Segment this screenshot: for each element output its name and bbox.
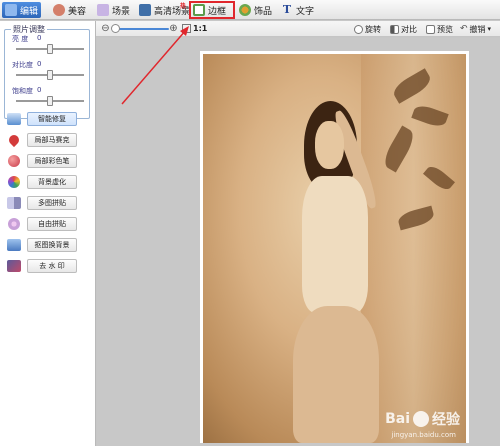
tab-beauty-label: 美容 [68,6,87,17]
tool-mosaic[interactable]: 局部马赛克 [6,132,77,148]
text-icon: T [282,3,292,16]
color-pen-button[interactable]: 局部彩色笔 [27,154,77,168]
baidu-paw-icon [413,411,429,427]
mosaic-icon [6,132,22,148]
photo-subject [282,100,392,443]
photo-canvas: Bai 经验 jingyan.baidu.com [97,38,500,446]
blur-button[interactable]: 背景虚化 [27,175,77,189]
photo-adjust-group: 照片调整 亮 度 0 对比度 0 饱和度 0 [4,24,90,119]
saturation-value: 0 [37,86,42,94]
tool-blur[interactable]: 背景虚化 [7,175,77,189]
zoom-slider[interactable] [113,28,169,30]
fit-screen-icon[interactable] [182,24,191,33]
edit-icon [5,4,17,16]
rotate-icon [354,24,363,34]
brightness-label: 亮 度 [12,35,29,43]
saturation-label: 饱和度 [12,87,33,95]
undo-icon: ↶ [460,24,468,34]
saturation-slider-thumb[interactable] [47,96,53,106]
collage-icon [7,197,21,209]
compare-icon [390,24,399,34]
zoom-slider-thumb[interactable] [111,24,120,33]
watermark-text: Bai [385,411,410,427]
cutout-button[interactable]: 抠图换背景 [27,238,77,252]
preview-icon [426,24,435,34]
tab-accessory-label: 饰品 [254,6,273,17]
left-panel: 照片调整 亮 度 0 对比度 0 饱和度 0 智能修复 局部马赛克 局部彩色笔 [0,21,96,446]
blur-icon [8,176,20,188]
tab-frame-label: 边框 [208,6,227,17]
smart-repair-button[interactable]: 智能修复 [27,112,77,126]
tool-cutout[interactable]: 抠图换背景 [7,238,77,252]
brightness-control: 亮 度 0 [12,34,88,56]
smart-repair-icon [7,113,21,125]
photo-frame: Bai 经验 jingyan.baidu.com [200,51,469,443]
watermark-text-2: 经验 [432,412,460,428]
tab-scene-label: 场景 [112,6,131,17]
top-toolbar: 编辑 美容 场景 高清场景 热 边框 饰品 T 文字 [0,0,500,20]
undo-dropdown-icon[interactable]: ▾ [488,25,492,33]
free-collage-button[interactable]: 自由拼贴 [27,217,77,231]
contrast-value: 0 [37,60,42,68]
view-toolbar: ⊖ ⊕ 1:1 旋转 对比 预览 ↶ 撤销 ▾ [96,21,500,37]
tab-text[interactable]: T 文字 [278,2,317,18]
tab-text-label: 文字 [296,6,315,17]
tool-collage[interactable]: 多图拼贴 [7,196,77,210]
hot-badge: 热 [180,3,187,10]
frame-icon [193,4,205,16]
tab-beauty[interactable]: 美容 [50,2,89,18]
scene-icon [97,4,109,16]
tool-color-pen[interactable]: 局部彩色笔 [7,154,77,168]
beauty-icon [53,4,65,16]
remove-watermark-button[interactable]: 去 水 印 [27,259,77,273]
rotate-label: 旋转 [365,24,381,34]
actual-size-button[interactable]: 1:1 [193,24,207,33]
zoom-in-icon[interactable]: ⊕ [168,23,179,34]
tab-accessory[interactable]: 饰品 [236,2,275,18]
remove-watermark-icon [7,260,21,272]
tool-free-collage[interactable]: 自由拼贴 [7,217,77,231]
preview-button[interactable]: 预览 [426,23,453,35]
contrast-slider-thumb[interactable] [47,70,53,80]
accessory-icon [239,4,251,16]
undo-label: 撤销 [469,24,486,34]
mosaic-button[interactable]: 局部马赛克 [27,133,77,147]
preview-label: 预览 [437,24,453,34]
tab-frame[interactable]: 边框 [189,1,235,19]
tool-remove-watermark[interactable]: 去 水 印 [7,259,77,273]
tab-edit-label: 编辑 [20,6,39,17]
undo-button[interactable]: ↶ 撤销 ▾ [460,23,491,35]
zoom-out-icon[interactable]: ⊖ [100,23,111,34]
contrast-control: 对比度 0 [12,60,88,82]
brightness-value: 0 [37,34,42,42]
cutout-icon [7,239,21,251]
compare-button[interactable]: 对比 [390,23,417,35]
saturation-control: 饱和度 0 [12,86,88,108]
rotate-button[interactable]: 旋转 [354,23,381,35]
tool-smart-repair[interactable]: 智能修复 [7,112,77,126]
color-pen-icon [8,155,20,167]
collage-button[interactable]: 多图拼贴 [27,196,77,210]
edited-photo[interactable]: Bai 经验 jingyan.baidu.com [203,54,466,443]
contrast-label: 对比度 [12,61,33,69]
tab-edit[interactable]: 编辑 [2,2,42,18]
brightness-slider-thumb[interactable] [47,44,53,54]
free-collage-icon [8,218,20,230]
watermark-url: jingyan.baidu.com [391,431,456,439]
hd-scene-icon [139,4,151,16]
baidu-watermark: Bai 经验 [385,409,460,429]
tab-scene[interactable]: 场景 [94,2,133,18]
compare-label: 对比 [401,24,417,34]
